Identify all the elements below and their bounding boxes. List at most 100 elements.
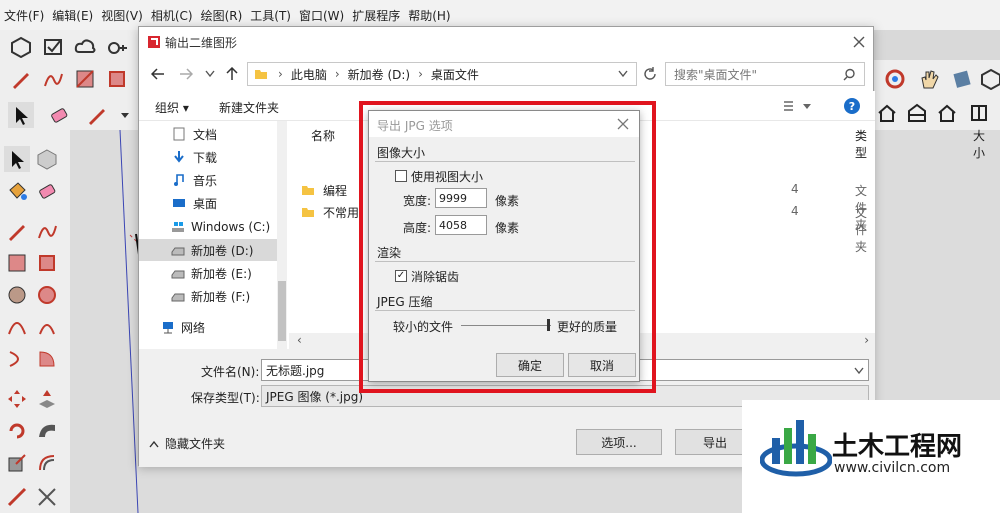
freehand-icon[interactable] [34, 218, 60, 244]
scale-icon[interactable] [4, 450, 30, 476]
file-name: 编程 [323, 184, 348, 198]
nav-item-music[interactable]: 音乐 [139, 169, 279, 191]
component-icon[interactable] [8, 34, 34, 60]
nav-item-documents[interactable]: 文档 [139, 123, 279, 145]
arc-2pt-icon[interactable] [34, 314, 60, 340]
close-icon[interactable] [853, 36, 865, 48]
address-bar[interactable]: › 此电脑 › 新加卷 (D:) › 桌面文件 [247, 62, 637, 86]
breadcrumb-this-pc[interactable]: 此电脑 [291, 66, 327, 83]
chevron-down-icon[interactable] [618, 70, 628, 78]
select-arrow-icon[interactable] [8, 102, 34, 128]
nav-item-desktop[interactable]: 桌面 [139, 192, 279, 214]
new-folder-button[interactable]: 新建文件夹 [219, 99, 279, 116]
search-input[interactable]: 搜索"桌面文件" [665, 62, 865, 86]
offset-icon[interactable] [34, 450, 60, 476]
move-icon[interactable] [4, 386, 30, 412]
menu-draw[interactable]: 绘图(R) [201, 7, 243, 24]
freehand-icon[interactable] [40, 66, 66, 92]
push-pull-icon[interactable] [34, 386, 60, 412]
nav-item-network[interactable]: 网络 [139, 316, 279, 338]
component-make-icon[interactable] [34, 146, 60, 172]
music-note-icon [174, 174, 184, 186]
dimension-icon[interactable] [34, 484, 60, 510]
nav-item-windows-c[interactable]: Windows (C:) [139, 216, 279, 238]
hide-folders-toggle[interactable]: 隐藏文件夹 [149, 435, 225, 452]
drive-icon [171, 247, 185, 256]
civilcn-logo-icon [760, 420, 832, 477]
eraser-icon[interactable] [34, 178, 60, 204]
network-icon [163, 322, 173, 334]
column-type[interactable]: 类型 [855, 127, 875, 161]
follow-me-icon[interactable] [34, 418, 60, 444]
menu-extensions[interactable]: 扩展程序 [352, 7, 400, 24]
select-icon[interactable] [4, 146, 30, 172]
column-size[interactable]: 大小 [973, 127, 985, 161]
eraser-icon[interactable] [46, 102, 72, 128]
menu-view[interactable]: 视图(V) [101, 7, 143, 24]
house-icon[interactable] [874, 100, 900, 126]
help-icon[interactable]: ? [843, 97, 861, 115]
drive-icon [171, 293, 185, 302]
chevron-down-icon[interactable] [205, 70, 215, 78]
line-tool-icon[interactable] [84, 102, 110, 128]
tape-measure-icon[interactable] [4, 484, 30, 510]
menu-window[interactable]: 窗口(W) [299, 7, 344, 24]
document-icon [173, 127, 185, 141]
cloud-upload-icon[interactable] [72, 34, 98, 60]
pencil-icon[interactable] [8, 66, 34, 92]
rotate-icon[interactable] [4, 418, 30, 444]
nav-scrollbar[interactable] [277, 121, 287, 349]
column-name[interactable]: 名称 [311, 127, 335, 144]
menu-camera[interactable]: 相机(C) [151, 7, 193, 24]
menu-file[interactable]: 文件(F) [4, 7, 44, 24]
pan-hand-icon[interactable] [916, 66, 942, 92]
orbit-icon[interactable] [882, 66, 908, 92]
search-icon[interactable] [843, 68, 856, 81]
nav-item-drive-e[interactable]: 新加卷 (E:) [139, 262, 279, 284]
forward-arrow-icon[interactable] [179, 67, 193, 81]
nav-item-drive-d[interactable]: 新加卷 (D:) [139, 239, 279, 261]
breadcrumb-drive-d[interactable]: 新加卷 (D:) [348, 66, 410, 83]
refresh-icon[interactable] [643, 67, 657, 81]
rectangle-icon[interactable] [4, 250, 30, 276]
chevron-down-icon[interactable] [854, 367, 864, 375]
paint-bucket-icon[interactable] [4, 178, 30, 204]
pencil-icon[interactable] [4, 218, 30, 244]
polygon-icon[interactable] [34, 282, 60, 308]
arc-icon[interactable] [4, 314, 30, 340]
folder-icon [302, 208, 314, 217]
menu-edit[interactable]: 编辑(E) [52, 7, 93, 24]
organize-button[interactable]: 组织 ▾ [155, 99, 189, 116]
breadcrumb-desktop-files[interactable]: 桌面文件 [431, 66, 479, 83]
filename-label: 文件名(N): [201, 365, 260, 379]
check-icon[interactable] [40, 34, 66, 60]
watermark-name: 土木工程网 [832, 432, 963, 462]
back-arrow-icon[interactable] [151, 67, 165, 81]
nav-item-downloads[interactable]: 下载 [139, 146, 279, 168]
options-button[interactable]: 选项... [576, 429, 662, 455]
rotated-rect-icon[interactable] [34, 250, 60, 276]
left-toolbar [0, 130, 70, 513]
pie-icon[interactable] [34, 346, 60, 372]
dropdown-chevron-icon[interactable] [112, 102, 138, 128]
home-view-icon[interactable] [934, 100, 960, 126]
circle-icon[interactable] [4, 282, 30, 308]
watermark-url: www.civilcn.com [834, 460, 951, 476]
zoom-extents-icon[interactable] [978, 66, 1000, 92]
zoom-window-icon[interactable] [950, 66, 976, 92]
sketchup-logo-icon [148, 36, 160, 48]
menu-help[interactable]: 帮助(H) [408, 7, 450, 24]
rotated-rect-icon[interactable] [104, 66, 130, 92]
filetype-label: 保存类型(T): [191, 391, 260, 405]
view-options-icon[interactable] [783, 100, 811, 112]
nav-item-drive-f[interactable]: 新加卷 (F:) [139, 285, 279, 307]
side-view-icon[interactable] [966, 100, 992, 126]
menu-tools[interactable]: 工具(T) [250, 7, 291, 24]
file-date: 4 [791, 204, 799, 218]
rectangle-icon[interactable] [72, 66, 98, 92]
right-toolbar [874, 60, 1000, 130]
extension-icon[interactable] [104, 34, 130, 60]
up-arrow-icon[interactable] [225, 67, 239, 81]
front-view-icon[interactable] [904, 100, 930, 126]
arc-3pt-icon[interactable] [4, 346, 30, 372]
